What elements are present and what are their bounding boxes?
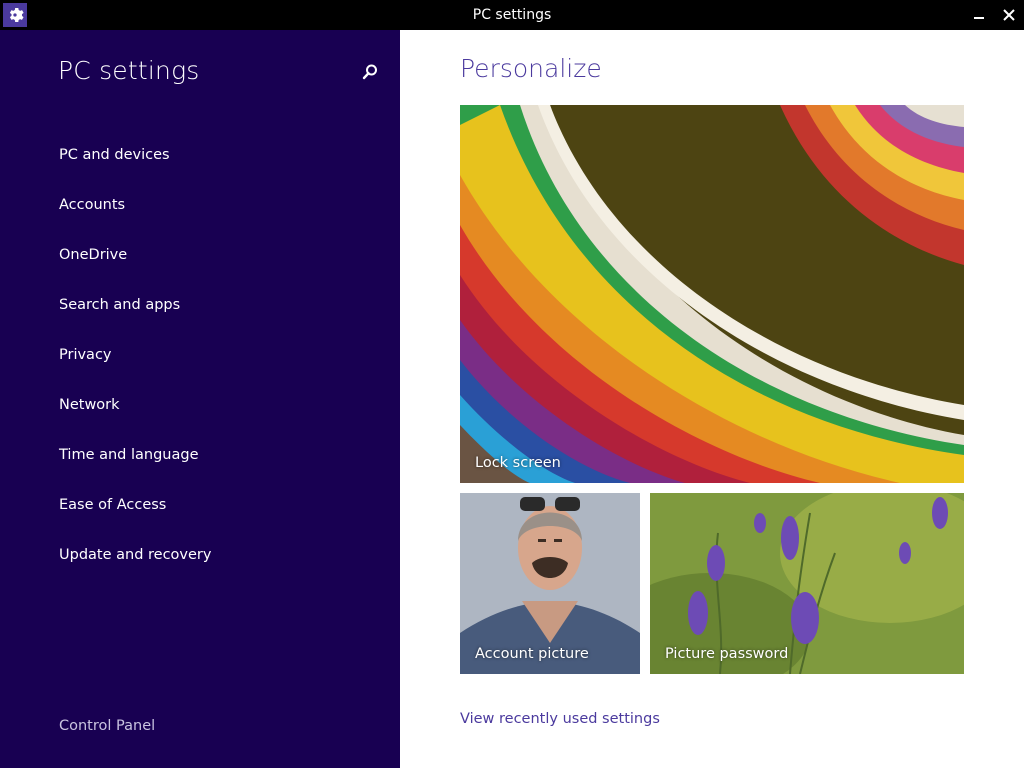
search-icon bbox=[362, 64, 377, 80]
lock-screen-tile[interactable]: Lock screen bbox=[460, 105, 964, 483]
lock-screen-label: Lock screen bbox=[475, 455, 561, 471]
view-recent-settings-link[interactable]: View recently used settings bbox=[460, 711, 660, 727]
minimize-icon bbox=[974, 17, 984, 19]
search-button[interactable] bbox=[358, 60, 382, 84]
page-title: Personalize bbox=[460, 54, 602, 83]
sidebar-item-network[interactable]: Network bbox=[0, 380, 400, 430]
sidebar-item-accounts[interactable]: Accounts bbox=[0, 180, 400, 230]
picture-password-tile[interactable]: Picture password bbox=[650, 493, 964, 674]
main-content: Personalize Lock screen Account picture … bbox=[400, 30, 1024, 768]
sidebar-item-pc-and-devices[interactable]: PC and devices bbox=[0, 130, 400, 180]
sidebar-item-search-and-apps[interactable]: Search and apps bbox=[0, 280, 400, 330]
sidebar-title: PC settings bbox=[58, 56, 200, 85]
sidebar-item-update-and-recovery[interactable]: Update and recovery bbox=[0, 530, 400, 580]
minimize-button[interactable] bbox=[962, 0, 996, 30]
control-panel-link[interactable]: Control Panel bbox=[59, 718, 155, 734]
account-picture-label: Account picture bbox=[475, 646, 589, 662]
close-button[interactable] bbox=[992, 0, 1024, 30]
account-picture-tile[interactable]: Account picture bbox=[460, 493, 640, 674]
sidebar-item-time-and-language[interactable]: Time and language bbox=[0, 430, 400, 480]
sidebar: PC settings PC and devices Accounts OneD… bbox=[0, 30, 400, 768]
window-title: PC settings bbox=[472, 7, 552, 23]
title-bar: PC settings bbox=[0, 0, 1024, 30]
nav-list: PC and devices Accounts OneDrive Search … bbox=[0, 130, 400, 580]
lock-screen-image bbox=[460, 105, 964, 483]
sidebar-item-privacy[interactable]: Privacy bbox=[0, 330, 400, 380]
picture-password-label: Picture password bbox=[665, 646, 789, 662]
sidebar-item-ease-of-access[interactable]: Ease of Access bbox=[0, 480, 400, 530]
close-icon bbox=[1003, 9, 1015, 21]
sidebar-item-onedrive[interactable]: OneDrive bbox=[0, 230, 400, 280]
